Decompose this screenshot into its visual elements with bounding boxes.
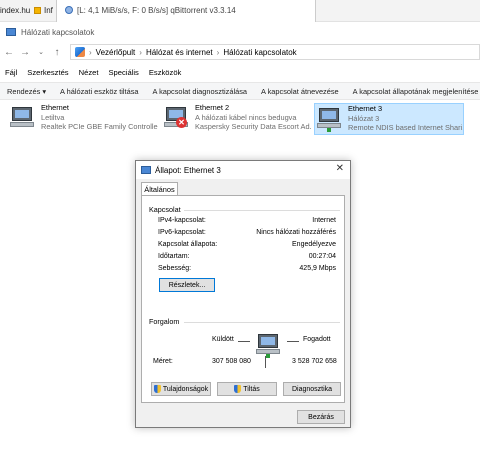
chevron-right-icon[interactable]: › [89,48,92,57]
bytes-sent: 307 508 080 [212,358,251,365]
diagnose-button[interactable]: Diagnosztika [283,382,341,396]
properties-button[interactable]: Tulajdonságok [151,382,211,396]
row-value: Nincs hálózati hozzáférés [256,229,336,236]
sent-label: Küldött [212,336,234,343]
network-icon [141,166,151,174]
task-qbittorrent[interactable]: [L: 4,1 MiB/s/s, F: 0 B/s/s] qBittorrent… [56,0,316,22]
folder-icon [34,7,41,14]
command-bar: Rendezés ▾ A hálózati eszköz tiltása A k… [0,82,480,100]
unplugged-x-icon: ✕ [176,117,187,128]
adapter-status: Letiltva [41,112,65,122]
window-title: Hálózati kapcsolatok [0,24,94,40]
disable-button-label: Tiltás [243,385,260,393]
info-row: Sebesség: 425,9 Mbps [158,264,336,273]
network-adapter-icon [315,106,343,132]
tab-general[interactable]: Általános [141,182,178,196]
menu-bar: Fájl Szerkesztés Nézet Speciális Eszközö… [0,65,480,80]
info-row: IPv4-kapcsolat: Internet [158,216,336,225]
network-connections-icon [6,28,16,36]
disable-device-button[interactable]: A hálózati eszköz tiltása [53,87,145,96]
sent-line [238,341,250,342]
view-status-button[interactable]: A kapcsolat állapotának megjelenítése [346,87,480,96]
chevron-right-icon[interactable]: › [217,48,220,57]
group-divider [184,322,340,323]
network-adapter-icon: ✕ [162,105,190,131]
back-arrow-icon[interactable]: ← [2,44,16,60]
row-value: Engedélyezve [292,241,336,248]
organize-button[interactable]: Rendezés ▾ [0,87,53,96]
received-line [287,341,299,342]
adapter-status: A hálózati kábel nincs bedugva [195,112,297,122]
row-label: Kapcsolat állapota: [158,241,218,248]
disable-button[interactable]: Tiltás [217,382,277,396]
shield-icon [234,385,242,393]
received-label: Fogadott [303,336,331,343]
recent-chevron-icon[interactable]: ⌄ [34,44,48,60]
close-icon[interactable]: ✕ [336,163,344,174]
bytes-label: Méret: [153,358,173,365]
network-activity-icon [254,332,282,358]
menu-advanced[interactable]: Speciális [103,68,143,77]
adapter-name: Ethernet [41,103,69,112]
adapter-name: Ethernet 3 [348,104,383,113]
row-label: IPv6-kapcsolat: [158,229,206,236]
row-value: 00:27:04 [308,253,336,260]
adapter-device: Remote NDIS based Internet Shari... [348,123,464,132]
task-index[interactable]: index.hu [0,6,30,15]
breadcrumb-control-panel[interactable]: Vezérlőpult [96,48,136,57]
bytes-divider [265,356,266,368]
close-button[interactable]: Bezárás [297,410,345,424]
menu-tools[interactable]: Eszközök [144,68,187,77]
shield-icon [153,385,161,393]
task-inf-label: Inf [44,6,53,15]
diagnose-connection-button[interactable]: A kapcsolat diagnosztizálása [146,87,255,96]
chevron-right-icon[interactable]: › [139,48,142,57]
row-value: 425,9 Mbps [299,265,336,272]
task-qbittorrent-label: [L: 4,1 MiB/s/s, F: 0 B/s/s] qBittorrent… [77,6,236,15]
row-label: Sebesség: [158,265,192,272]
adapter-ethernet-2[interactable]: ✕ Ethernet 2 A hálózati kábel nincs bedu… [162,103,312,135]
adapter-ethernet[interactable]: Ethernet Letiltva Realtek PCIe GBE Famil… [8,103,158,135]
up-arrow-icon[interactable]: ↑ [50,44,64,60]
properties-button-label: Tulajdonságok [162,385,209,393]
control-panel-icon [75,47,85,57]
breadcrumb-network-internet[interactable]: Hálózat és internet [146,48,213,57]
info-row: IPv6-kapcsolat: Nincs hálózati hozzáférés [158,228,336,237]
menu-edit[interactable]: Szerkesztés [22,68,73,77]
row-value: Internet [312,217,336,224]
details-button[interactable]: Részletek... [159,278,215,292]
info-row: Időtartam: 00:27:04 [158,252,336,261]
row-label: Időtartam: [158,253,190,260]
menu-view[interactable]: Nézet [74,68,104,77]
forward-arrow-icon[interactable]: → [18,44,32,60]
adapter-status: Hálózat 3 [348,113,380,123]
dialog-titlebar: Állapot: Ethernet 3 ✕ [136,161,350,179]
qbittorrent-icon [65,6,73,14]
general-panel: Kapcsolat IPv4-kapcsolat: Internet IPv6-k… [141,195,345,403]
breadcrumb[interactable]: › Vezérlőpult › Hálózat és internet › Há… [70,44,480,60]
group-divider [184,210,340,211]
window-title-text: Hálózati kapcsolatok [21,27,95,37]
dialog-title: Állapot: Ethernet 3 [155,165,221,175]
address-bar: ← → ⌄ ↑ › Vezérlőpult › Hálózat és inter… [0,42,480,62]
row-label: IPv4-kapcsolat: [158,217,206,224]
info-row: Kapcsolat állapota: Engedélyezve [158,240,336,249]
network-adapter-icon [8,105,36,131]
adapter-ethernet-3[interactable]: Ethernet 3 Hálózat 3 Remote NDIS based I… [314,103,464,135]
breadcrumb-network-connections[interactable]: Hálózati kapcsolatok [223,48,296,57]
rename-connection-button[interactable]: A kapcsolat átnevezése [254,87,346,96]
adapter-device: Kaspersky Security Data Escort Ad... [195,122,312,131]
adapter-name: Ethernet 2 [195,103,230,112]
adapter-device: Realtek PCIe GBE Family Controller [41,122,158,131]
status-dialog: Állapot: Ethernet 3 ✕ Általános Kapcsola… [135,160,351,428]
bytes-received: 3 528 702 658 [292,358,337,365]
menu-file[interactable]: Fájl [0,68,22,77]
task-inf[interactable]: Inf [34,6,53,15]
